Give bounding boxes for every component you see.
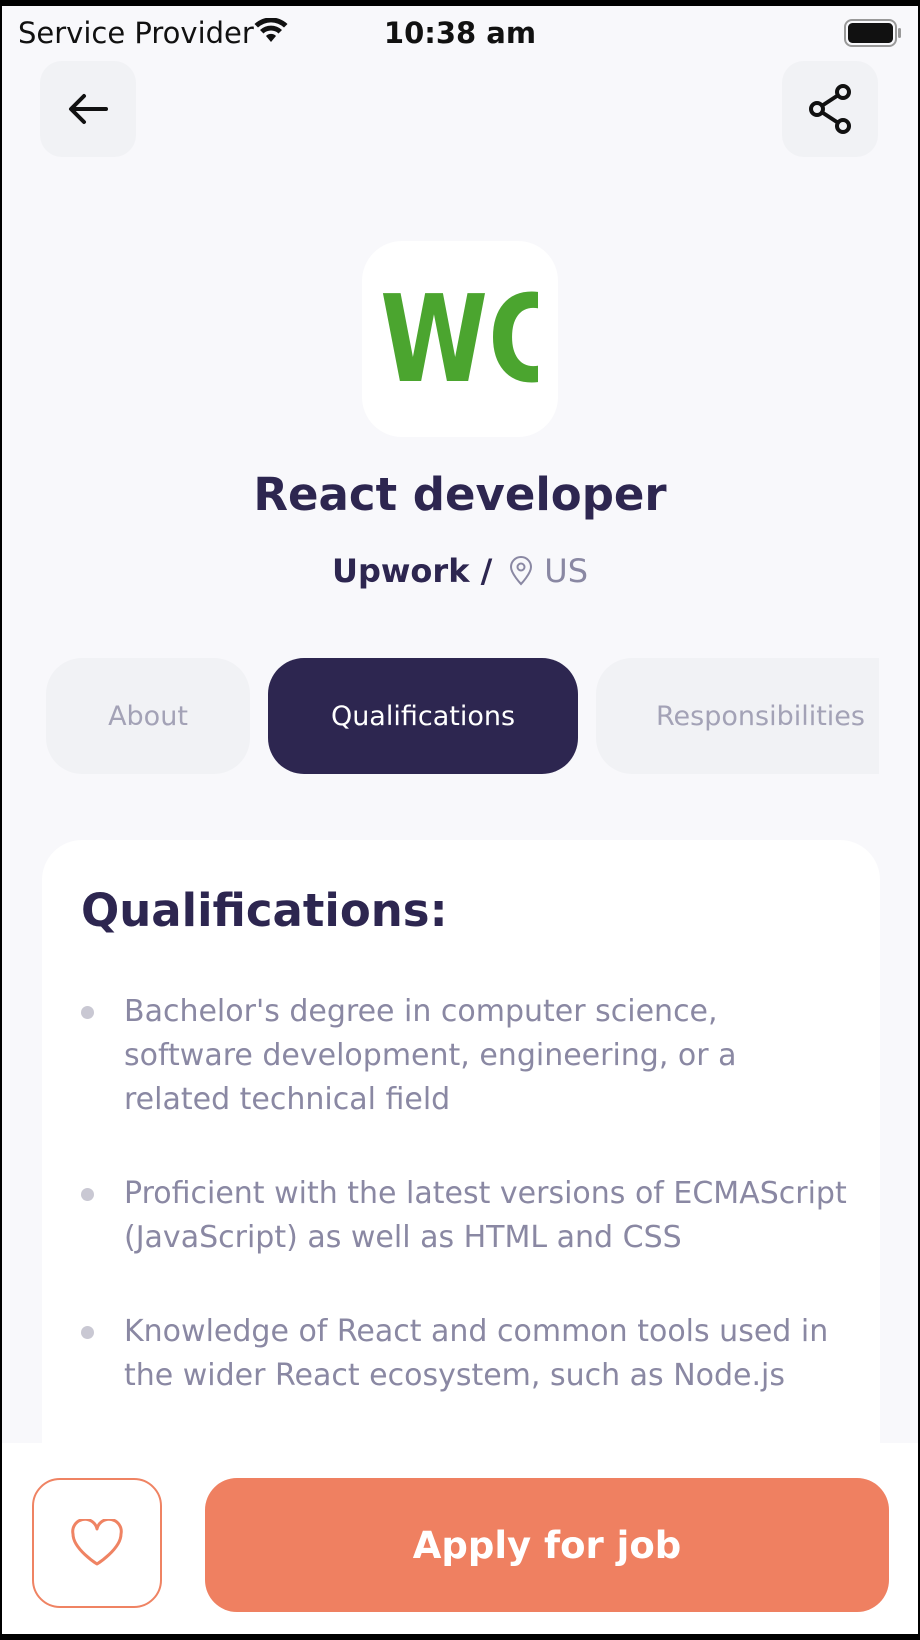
favorite-button[interactable] xyxy=(32,1478,162,1608)
job-subtitle: Upwork / US xyxy=(2,552,918,590)
back-button[interactable] xyxy=(40,61,136,157)
share-icon xyxy=(809,84,851,134)
tab-label: About xyxy=(108,700,188,732)
tab-responsibilities[interactable]: Responsibilities xyxy=(596,658,879,774)
job-title: React developer xyxy=(253,468,667,521)
clock: 10:38 am xyxy=(383,16,537,50)
bullet-icon xyxy=(81,1326,94,1339)
bullet-icon xyxy=(81,1006,94,1019)
list-item-text: Proficient with the latest versions of E… xyxy=(124,1176,847,1255)
company-logo: WC xyxy=(362,241,558,437)
apply-button[interactable]: Apply for job xyxy=(205,1478,889,1612)
battery-icon xyxy=(844,19,901,47)
share-button[interactable] xyxy=(782,61,878,157)
bottom-action-bar: Apply for job xyxy=(2,1443,918,1634)
company-logo-mark: WC xyxy=(382,291,538,387)
app-screen: Service Provider 10:38 am WC React devel… xyxy=(2,6,918,1634)
status-bar: Service Provider 10:38 am xyxy=(2,6,918,56)
list-item: Bachelor's degree in computer science, s… xyxy=(42,990,880,1122)
qualifications-list: Bachelor's degree in computer science, s… xyxy=(42,990,880,1448)
tab-about[interactable]: About xyxy=(46,658,250,774)
section-heading: Qualifications: xyxy=(81,884,448,937)
svg-text:WC: WC xyxy=(382,291,538,387)
map-pin-icon xyxy=(510,556,533,586)
list-item-text: Knowledge of React and common tools used… xyxy=(124,1314,829,1393)
heart-icon xyxy=(71,1519,123,1566)
tab-qualifications[interactable]: Qualifications xyxy=(268,658,578,774)
apply-button-label: Apply for job xyxy=(412,1523,682,1567)
list-item-text: Bachelor's degree in computer science, s… xyxy=(124,994,737,1117)
company-name: Upwork / xyxy=(331,552,493,590)
tab-bar: About Qualifications Responsibilities xyxy=(2,658,918,776)
tab-label: Qualifications xyxy=(330,700,516,732)
arrow-left-icon xyxy=(69,94,108,124)
bullet-icon xyxy=(81,1188,94,1201)
tab-label: Responsibilities xyxy=(656,700,865,732)
list-item: Proficient with the latest versions of E… xyxy=(42,1172,880,1260)
list-item: Knowledge of React and common tools used… xyxy=(42,1310,880,1398)
job-location: US xyxy=(544,552,589,590)
